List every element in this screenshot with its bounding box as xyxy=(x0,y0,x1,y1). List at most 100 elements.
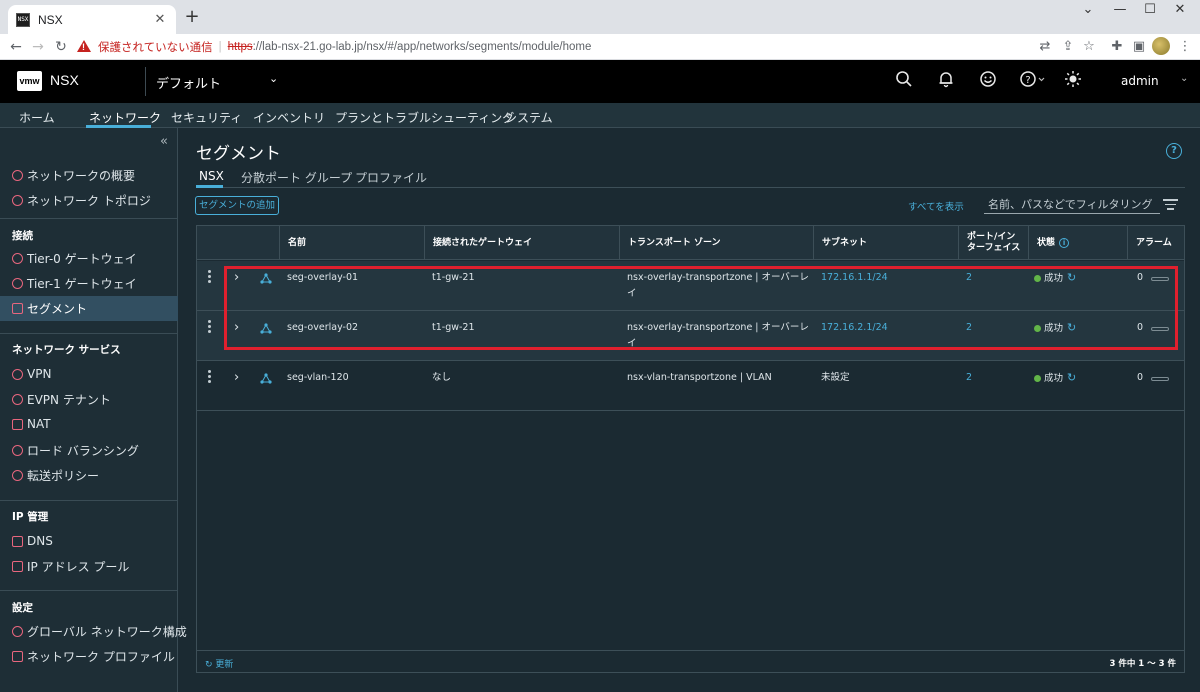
collapse-sidebar-icon[interactable]: « xyxy=(160,134,168,149)
sidebar-item-dns[interactable]: DNS xyxy=(0,529,178,553)
row-actions-icon[interactable] xyxy=(208,370,212,385)
nat-icon xyxy=(12,418,23,430)
column-header-subnet[interactable]: サブネット xyxy=(813,226,958,260)
highlight-box xyxy=(224,266,1178,350)
grid-header: 名前 接続されたゲートウェイ トランスポート ゾーン サブネット ポート/インタ… xyxy=(197,226,1184,260)
sidebar-item-vpn[interactable]: VPN xyxy=(0,362,178,386)
user-chevron-down-icon[interactable]: ⌄ xyxy=(1180,73,1188,84)
subtab-divider xyxy=(196,187,1185,188)
theme-sun-icon[interactable] xyxy=(1062,70,1084,92)
globe-icon xyxy=(12,625,23,637)
vmware-logo: vmw xyxy=(17,71,42,91)
warning-icon xyxy=(76,39,92,55)
tab-distributed-port-groups[interactable]: 分散ポート グループ xyxy=(241,169,352,186)
cell-ports-link[interactable]: 2 xyxy=(966,370,972,386)
refresh-button[interactable]: ↻ 更新 xyxy=(205,657,233,670)
sidebar-item-network-overview[interactable]: ネットワークの概要 xyxy=(0,163,178,187)
window-close-icon[interactable]: ✕ xyxy=(1160,0,1200,22)
column-header-status[interactable]: 状態 i xyxy=(1028,226,1127,260)
sidebar-item-label: VPN xyxy=(27,367,52,381)
tier0-gateway-icon xyxy=(12,252,23,264)
bell-icon[interactable] xyxy=(935,70,957,92)
refresh-status-icon[interactable]: ↻ xyxy=(1067,371,1076,384)
url-bar[interactable]: 保護されていない通信 | https ://lab-nsx-21.go-lab.… xyxy=(76,36,1104,58)
sidebar-item-tier0-gateway[interactable]: Tier-0 ゲートウェイ xyxy=(0,246,178,270)
browser-tabbar: NSX NSX ✕ + ⌄ — ☐ ✕ xyxy=(0,0,1200,34)
tenant-selector[interactable]: デフォルト xyxy=(156,73,221,92)
add-segment-button[interactable]: セグメントの追加 xyxy=(195,196,279,215)
sidebar-divider xyxy=(0,218,178,219)
column-header-name[interactable]: 名前 xyxy=(279,226,424,260)
sidebar-item-network-topology[interactable]: ネットワーク トポロジ xyxy=(0,188,178,212)
product-name: NSX xyxy=(50,72,79,88)
sidebar-item-label: ネットワークの概要 xyxy=(27,168,136,183)
filter-lines-icon[interactable] xyxy=(1163,199,1178,210)
sidebar-item-label: ネットワーク プロファイル xyxy=(27,649,175,664)
profile-avatar[interactable] xyxy=(1152,37,1170,55)
sidebar-item-nat[interactable]: NAT xyxy=(0,412,178,436)
nav-tab-system[interactable]: システム xyxy=(505,109,553,126)
column-header-ports[interactable]: ポート/イン ターフェイス xyxy=(958,226,1028,260)
cell-name: seg-vlan-120 xyxy=(287,372,349,383)
sidebar-item-label: グローバル ネットワーク構成 xyxy=(27,624,187,639)
nsx-favicon-icon: NSX xyxy=(16,12,30,27)
translate-icon[interactable]: ⇄ xyxy=(1036,38,1054,56)
show-all-link[interactable]: すべてを表示 xyxy=(908,199,964,213)
reload-icon[interactable]: ↻ xyxy=(51,37,71,57)
tab-nsx[interactable]: NSX xyxy=(199,169,224,183)
user-menu[interactable]: admin xyxy=(1121,74,1159,88)
sidebar-item-forwarding-policy[interactable]: 転送ポリシー xyxy=(0,463,178,487)
smiley-icon[interactable] xyxy=(977,70,999,92)
sidebar-item-global-network-config[interactable]: グローバル ネットワーク構成 xyxy=(0,619,187,643)
column-header-gateway[interactable]: 接続されたゲートウェイ xyxy=(424,226,619,260)
bookmark-star-icon[interactable]: ☆ xyxy=(1080,38,1098,56)
grid-footer: ↻ 更新 3 件中 1 ～ 3 件 xyxy=(197,650,1184,672)
info-icon[interactable]: i xyxy=(1059,238,1070,248)
share-icon[interactable]: ⇪ xyxy=(1059,38,1077,56)
cell-alarm-count: 0 xyxy=(1137,372,1144,383)
close-tab-icon[interactable]: ✕ xyxy=(152,12,168,27)
row-actions-icon[interactable] xyxy=(208,320,212,335)
nav-tab-plan-troubleshoot[interactable]: プランとトラブルシューティング xyxy=(335,109,514,126)
sidebar-item-label: Tier-1 ゲートウェイ xyxy=(27,276,137,291)
evpn-icon xyxy=(12,393,23,405)
tab-profiles[interactable]: プロファイル xyxy=(355,169,427,186)
row-count: 3 件中 1 ～ 3 件 xyxy=(1109,659,1176,669)
sidebar-item-load-balancing[interactable]: ロード バランシング xyxy=(0,438,178,462)
nav-tab-inventory[interactable]: インベントリ xyxy=(253,109,325,126)
new-tab-button[interactable]: + xyxy=(182,6,202,28)
browser-tab[interactable]: NSX NSX ✕ xyxy=(8,5,176,34)
sidebar-item-tier1-gateway[interactable]: Tier-1 ゲートウェイ xyxy=(0,271,178,295)
active-subtab-underline xyxy=(196,185,223,188)
sidebar-item-network-profile[interactable]: ネットワーク プロファイル xyxy=(0,644,178,668)
filter-input[interactable] xyxy=(984,194,1160,214)
help-icon[interactable]: ? xyxy=(1166,143,1182,159)
extensions-icon[interactable]: ✚ xyxy=(1108,38,1126,56)
sidebar-item-segments[interactable]: セグメント xyxy=(0,296,178,321)
profile-icon xyxy=(12,650,23,662)
header-divider xyxy=(145,67,146,96)
side-panel-icon[interactable]: ▣ xyxy=(1130,38,1148,56)
forward-icon[interactable]: → xyxy=(28,37,48,57)
search-icon[interactable] xyxy=(893,70,915,92)
sidebar-item-ip-pool[interactable]: IP アドレス プール xyxy=(0,554,178,578)
primary-nav: ホーム ネットワーク セキュリティ インベントリ プランとトラブルシューティング… xyxy=(0,103,1200,128)
sidebar-item-evpn-tenant[interactable]: EVPN テナント xyxy=(0,387,178,411)
back-icon[interactable]: ← xyxy=(6,37,26,57)
sidebar-item-label: ロード バランシング xyxy=(27,443,139,458)
nav-tab-home[interactable]: ホーム xyxy=(19,109,55,126)
chevron-down-icon[interactable]: ⌄ xyxy=(269,72,278,85)
row-actions-icon[interactable] xyxy=(208,270,212,285)
sidebar-item-label: DNS xyxy=(27,534,53,548)
nav-tab-security[interactable]: セキュリティ xyxy=(171,109,242,126)
browser-menu-icon[interactable]: ⋮ xyxy=(1176,38,1194,56)
column-header-alarms[interactable]: アラーム xyxy=(1127,226,1184,260)
column-header-transport-zone[interactable]: トランスポート ゾーン xyxy=(619,226,813,260)
sidebar-item-label: セグメント xyxy=(27,302,88,316)
table-row[interactable]: › seg-vlan-120 なし nsx-vlan-transportzone… xyxy=(197,361,1184,411)
cell-status: 成功 ↻ xyxy=(1034,370,1076,387)
nav-tab-networking[interactable]: ネットワーク xyxy=(89,109,161,126)
help-menu-icon[interactable]: ? xyxy=(1019,70,1047,92)
forwarding-policy-icon xyxy=(12,469,23,481)
expand-chevron-icon[interactable]: › xyxy=(234,370,239,385)
